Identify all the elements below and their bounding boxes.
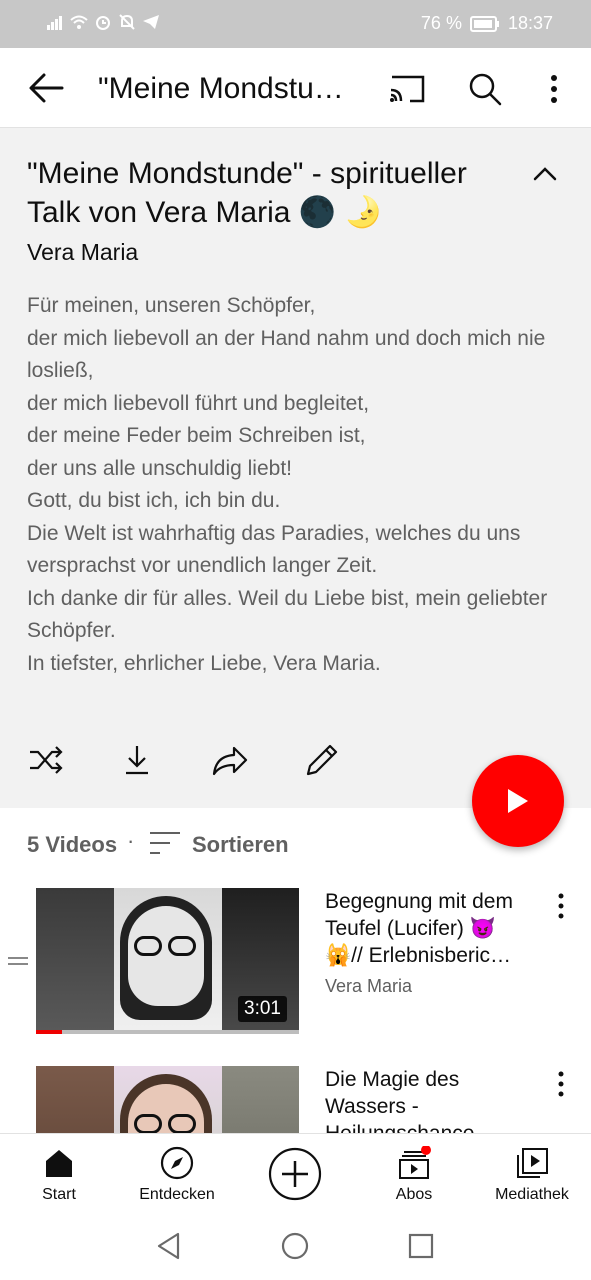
- system-home-icon[interactable]: [280, 1231, 310, 1261]
- playlist-header: "Meine Mondstunde" - spiritueller Talk v…: [0, 128, 591, 808]
- shuffle-icon[interactable]: [26, 740, 66, 780]
- description-line: der mich liebevoll an der Hand nahm und …: [27, 326, 546, 383]
- compass-icon: [160, 1146, 194, 1180]
- system-navigation: [0, 1213, 591, 1280]
- nav-item-abos[interactable]: Abos: [355, 1134, 473, 1214]
- wifi-icon: [70, 15, 88, 29]
- battery-icon: [469, 15, 499, 32]
- video-thumbnail[interactable]: [36, 1066, 299, 1133]
- nav-label: Entdecken: [139, 1186, 215, 1203]
- video-duration: 3:01: [238, 996, 287, 1022]
- search-icon[interactable]: [468, 72, 502, 106]
- description-line: der uns alle unschuldig liebt!: [27, 456, 293, 480]
- subscriptions-icon: [399, 1146, 431, 1179]
- bottom-navigation: Start Entdecken Abos Mediathek: [0, 1133, 591, 1213]
- description-line: Gott, du bist ich, ich bin du.: [27, 489, 281, 512]
- home-icon: [46, 1150, 72, 1177]
- signal-icon: [47, 16, 62, 30]
- video-channel: Vera Maria: [325, 976, 413, 996]
- back-arrow-icon[interactable]: [26, 70, 66, 106]
- app-bar-title: "Meine Mondstunde" - spiritueller Talk v…: [98, 72, 350, 105]
- nav-item-mediathek[interactable]: Mediathek: [473, 1134, 591, 1214]
- edit-pencil-icon[interactable]: [302, 740, 342, 780]
- clock: 18:37: [507, 13, 553, 33]
- nav-item-start[interactable]: Start: [0, 1134, 118, 1214]
- app-bar: "Meine Mondstunde" - spiritueller Talk v…: [0, 48, 591, 128]
- description-line: Ich danke dir für alles. Weil du Liebe b…: [27, 586, 548, 643]
- playlist-author[interactable]: Vera Maria: [27, 239, 138, 266]
- play-icon: [508, 789, 528, 813]
- cast-icon[interactable]: [388, 74, 426, 104]
- playlist-title: "Meine Mondstunde" - spiritueller Talk v…: [27, 157, 467, 229]
- download-icon[interactable]: [117, 740, 157, 780]
- description-line: der mich liebevoll führt und begleitet,: [27, 391, 370, 415]
- status-icons-left: [46, 13, 160, 31]
- description-line: Die Welt ist wahrhaftig das Paradies, we…: [27, 521, 521, 578]
- status-icons-right: 76 % 18:37: [421, 13, 553, 34]
- video-count: 5 Videos: [27, 832, 118, 857]
- battery-percent: 76 %: [420, 13, 462, 33]
- drag-handle-icon[interactable]: [8, 956, 28, 966]
- video-title[interactable]: Begegnung mit dem Teufel (Lucifer) 😈 🙀//…: [325, 888, 535, 969]
- create-plus-icon[interactable]: [268, 1147, 322, 1201]
- more-vert-icon[interactable]: [552, 892, 570, 920]
- video-thumbnail[interactable]: 3:01: [36, 888, 299, 1034]
- sort-button[interactable]: Sortieren: [192, 832, 289, 858]
- video-item[interactable]: 3:01 Begegnung mit dem Teufel (Lucifer) …: [0, 888, 591, 1058]
- description-line: der meine Feder beim Schreiben ist,: [27, 424, 366, 447]
- playlist-description: Für meinen, unseren Schöpfer, der mich l…: [27, 290, 567, 680]
- play-all-button[interactable]: [472, 755, 564, 847]
- status-bar: 76 % 18:37: [0, 0, 591, 48]
- more-vert-icon[interactable]: [544, 72, 564, 106]
- nav-label: Abos: [395, 1186, 433, 1203]
- nav-label: Start: [42, 1186, 76, 1203]
- watch-progress: [36, 1030, 299, 1034]
- system-back-icon[interactable]: [154, 1231, 184, 1261]
- nav-item-entdecken[interactable]: Entdecken: [118, 1134, 236, 1214]
- description-line: In tiefster, ehrlicher Liebe, Vera Maria…: [27, 651, 381, 675]
- sort-icon[interactable]: [148, 830, 182, 856]
- video-item[interactable]: Die Magie des Wassers - Heilungschance…: [0, 1066, 591, 1133]
- video-title[interactable]: Die Magie des Wassers - Heilungschance…: [325, 1066, 535, 1133]
- alarm-icon: [96, 16, 110, 30]
- video-list: 5 Videos · Sortieren 3:01 Begegnung mit …: [0, 808, 591, 1133]
- nav-label: Mediathek: [495, 1186, 569, 1203]
- library-icon: [517, 1148, 548, 1178]
- chevron-up-icon[interactable]: [530, 162, 560, 184]
- separator-dot: ·: [127, 828, 135, 853]
- description-line: Für meinen, unseren Schöpfer,: [27, 294, 316, 317]
- more-vert-icon[interactable]: [552, 1070, 570, 1098]
- system-recents-icon[interactable]: [406, 1231, 436, 1261]
- telegram-icon: [143, 15, 159, 29]
- share-icon[interactable]: [210, 740, 250, 780]
- notifications-off-icon: [119, 14, 135, 30]
